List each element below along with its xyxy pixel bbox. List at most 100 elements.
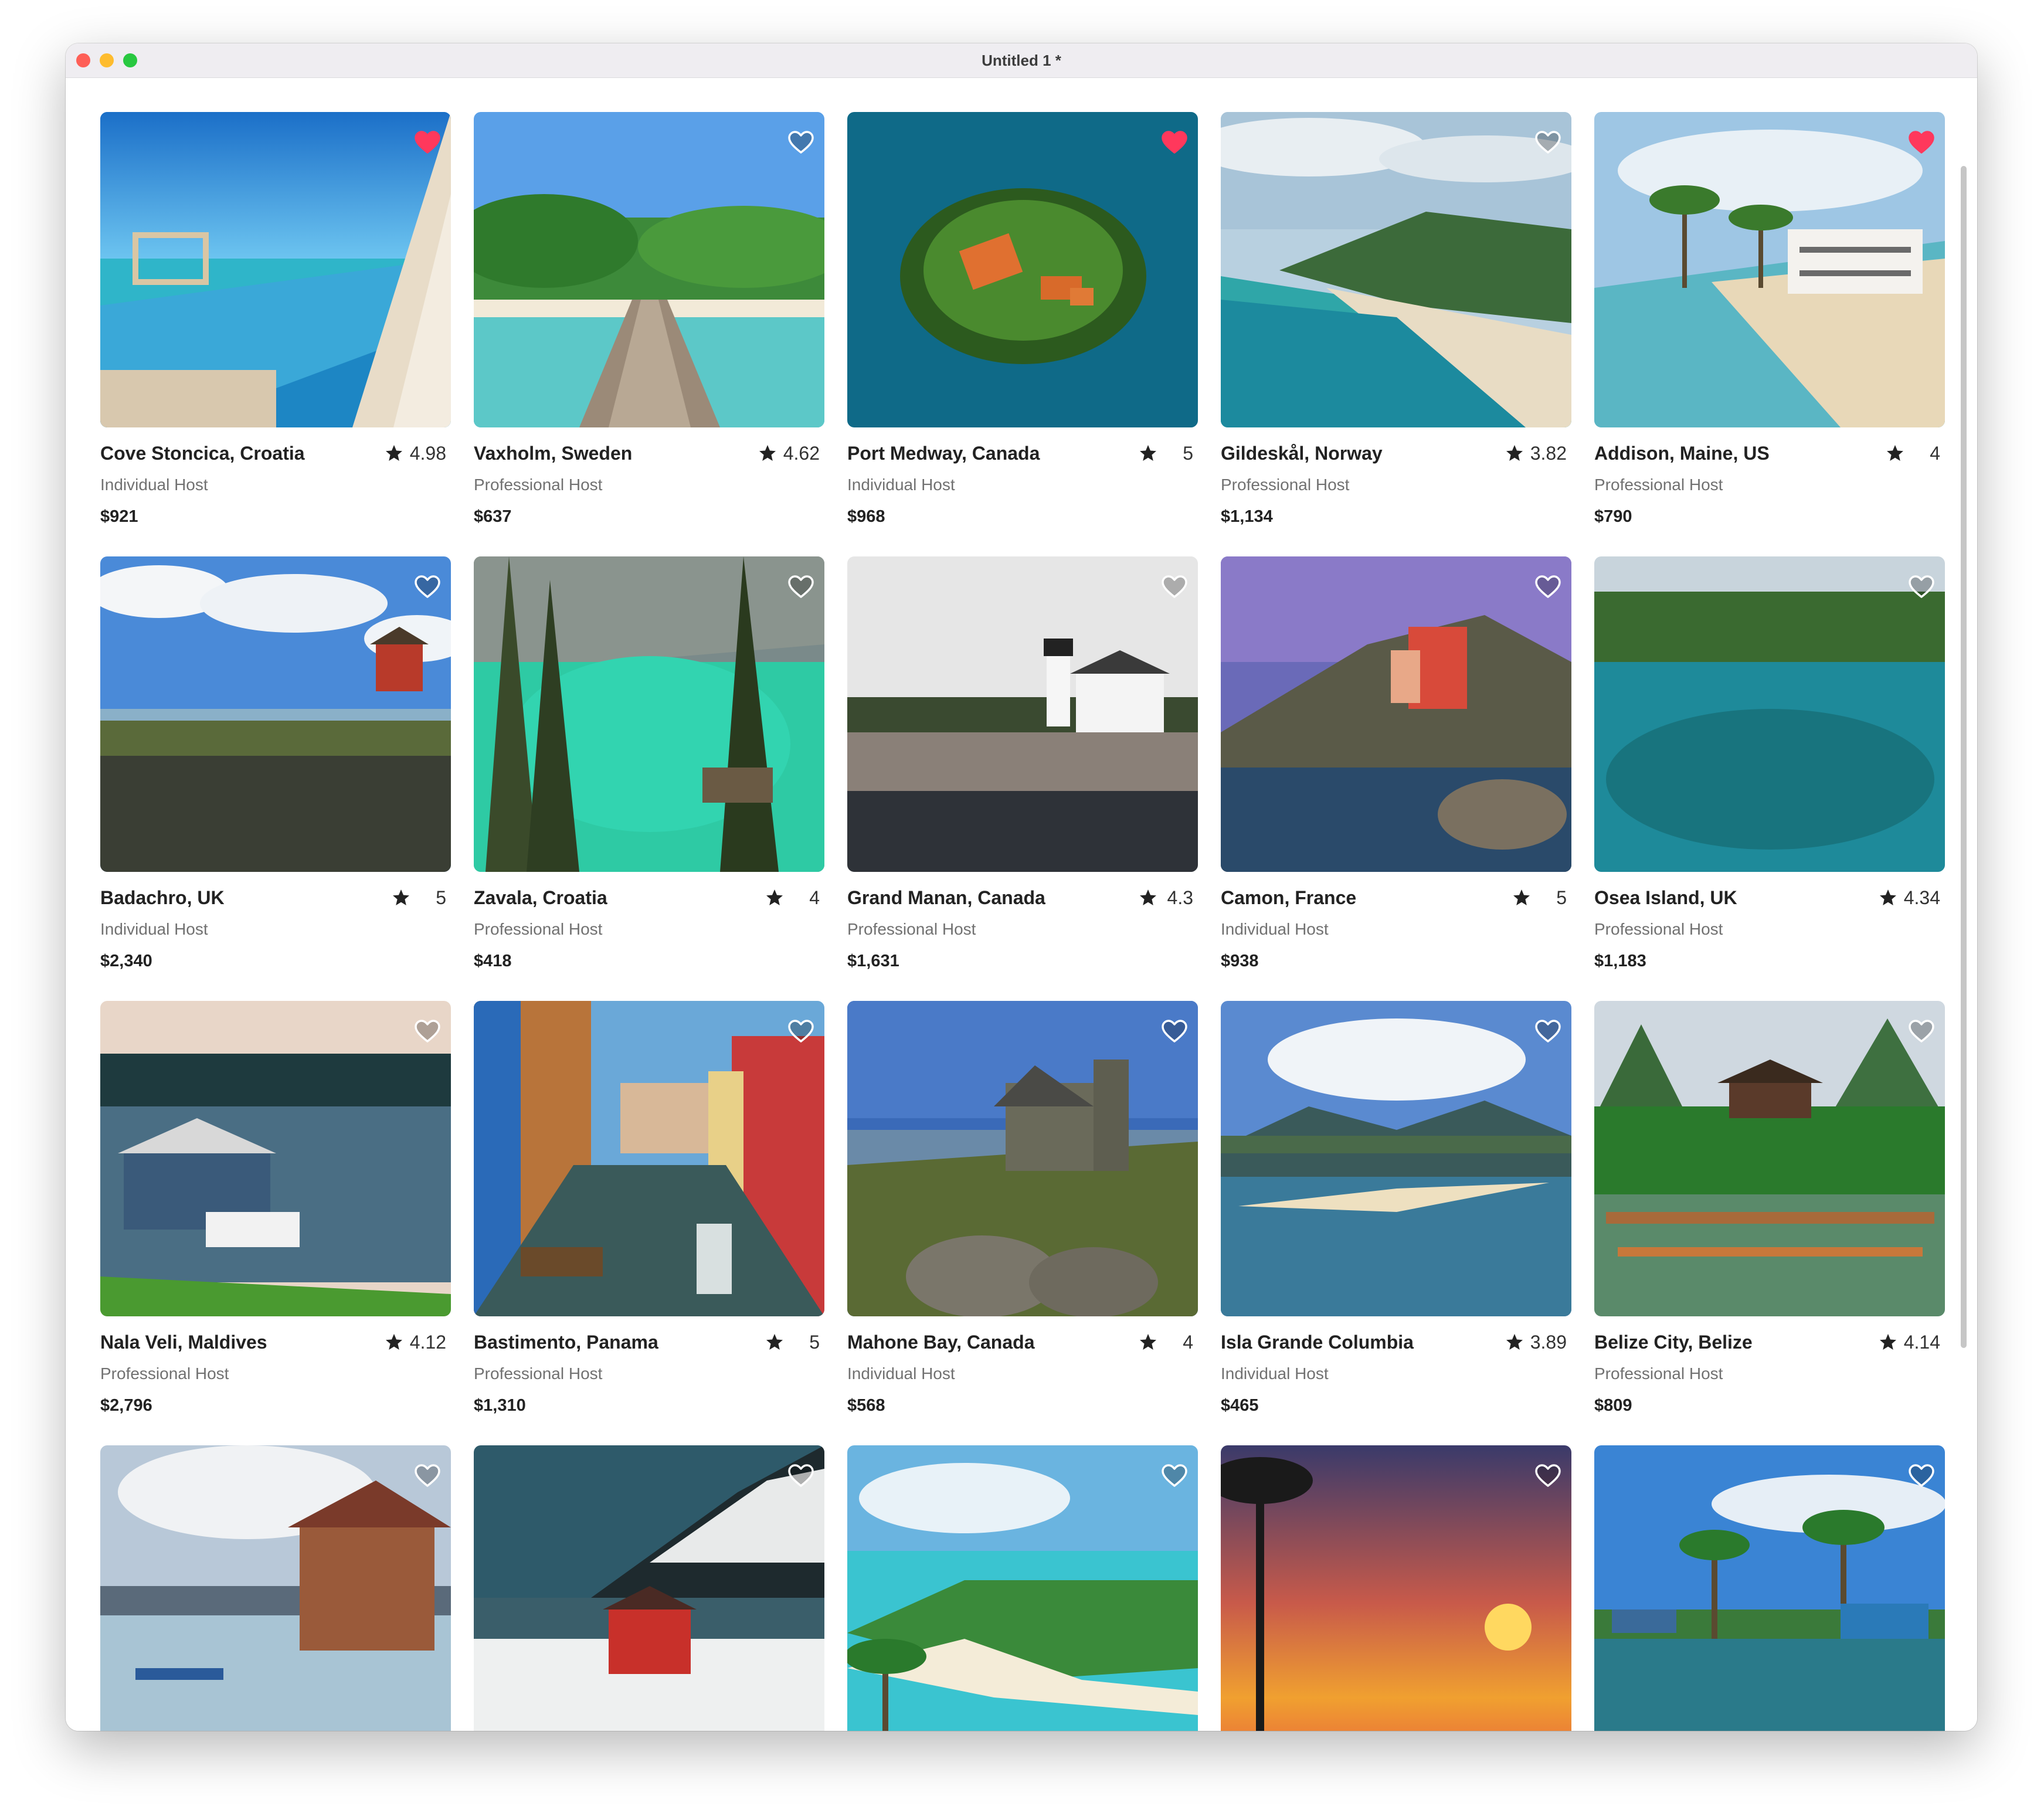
rating-value: 4.62 (783, 442, 820, 464)
listing-photo[interactable] (1594, 556, 1945, 872)
heart-icon[interactable] (415, 131, 440, 154)
listing-photo[interactable] (1221, 556, 1571, 872)
listing-name[interactable]: Nala Veli, Maldives (100, 1332, 385, 1353)
listing-card[interactable]: Osea Island, UK 4.34 Professional Host $1,1… (1594, 556, 1945, 978)
rating-value: 5 (1556, 887, 1567, 908)
listing-card[interactable] (100, 1445, 451, 1731)
listing-price: $2,340 (100, 952, 152, 970)
heart-icon[interactable] (1162, 1020, 1187, 1043)
listing-photo[interactable] (100, 1001, 451, 1316)
listing-name[interactable]: Vaxholm, Sweden (474, 443, 759, 464)
star-icon (1886, 444, 1904, 462)
listings-scroll-area[interactable]: Cove Stoncica, Croatia 4.98 Individual Hos… (66, 78, 1977, 1731)
listing-photo[interactable] (474, 112, 824, 427)
listing-photo[interactable] (1594, 112, 1945, 427)
window-title: Untitled 1 * (982, 52, 1061, 69)
listing-card[interactable]: Cove Stoncica, Croatia 4.98 Individual Hos… (100, 112, 451, 534)
listing-name[interactable]: Port Medway, Canada (847, 443, 1139, 464)
listing-price: $637 (474, 507, 512, 526)
vertical-scrollbar[interactable] (1961, 166, 1967, 1348)
listing-photo[interactable] (847, 556, 1198, 872)
listing-name[interactable]: Cove Stoncica, Croatia (100, 443, 385, 464)
heart-icon[interactable] (1909, 131, 1934, 154)
listing-price: $1,631 (847, 952, 899, 970)
listing-name[interactable]: Addison, Maine, US (1594, 443, 1886, 464)
listing-name[interactable]: Zavala, Croatia (474, 887, 766, 909)
listing-card[interactable]: Zavala, Croatia 4 Professional Host $418 (474, 556, 824, 978)
listing-card[interactable]: Grand Manan, Canada 4.3 Professional Host $… (847, 556, 1198, 978)
heart-icon[interactable] (1535, 131, 1561, 154)
heart-icon[interactable] (415, 1464, 440, 1488)
listing-photo[interactable] (847, 1001, 1198, 1316)
listing-card[interactable]: Addison, Maine, US 4 Professional Host $790 (1594, 112, 1945, 534)
listing-name[interactable]: Osea Island, UK (1594, 887, 1879, 909)
rating-value: 4.12 (409, 1331, 446, 1353)
rating-value: 3.82 (1530, 442, 1567, 464)
listing-card[interactable]: Port Medway, Canada 5 Individual Host $968 (847, 112, 1198, 534)
listing-card[interactable] (1221, 1445, 1571, 1731)
heart-icon[interactable] (415, 575, 440, 599)
listing-name[interactable]: Mahone Bay, Canada (847, 1332, 1139, 1353)
listing-card[interactable]: Nala Veli, Maldives 4.12 Professional Host… (100, 1001, 451, 1422)
listing-photo[interactable] (847, 112, 1198, 427)
listing-name[interactable]: Isla Grande Columbia (1221, 1332, 1506, 1353)
listing-photo[interactable] (1594, 1445, 1945, 1731)
heart-icon[interactable] (788, 131, 814, 154)
star-icon (392, 889, 410, 906)
listing-name[interactable]: Grand Manan, Canada (847, 887, 1139, 909)
listing-photo[interactable] (100, 556, 451, 872)
listing-header: Port Medway, Canada 5 (847, 440, 1198, 466)
heart-icon[interactable] (1535, 1464, 1561, 1488)
listing-header: Mahone Bay, Canada 4 (847, 1329, 1198, 1355)
heart-icon[interactable] (1909, 575, 1934, 599)
heart-icon[interactable] (788, 575, 814, 599)
heart-icon[interactable] (1535, 1020, 1561, 1043)
listing-card[interactable]: Gildeskål, Norway 3.82 Professional Host $1… (1221, 112, 1571, 534)
listing-price: $568 (847, 1396, 885, 1415)
heart-icon[interactable] (1909, 1020, 1934, 1043)
listing-photo[interactable] (847, 1445, 1198, 1731)
listing-card[interactable]: Belize City, Belize 4.14 Professional Host… (1594, 1001, 1945, 1422)
listing-card[interactable]: Isla Grande Columbia 3.89 Individual Host $… (1221, 1001, 1571, 1422)
listing-card[interactable] (847, 1445, 1198, 1731)
listing-card[interactable]: Vaxholm, Sweden 4.62 Professional Host $637 (474, 112, 824, 534)
heart-icon[interactable] (788, 1020, 814, 1043)
listing-card[interactable] (1594, 1445, 1945, 1731)
listing-card[interactable] (474, 1445, 824, 1731)
rating-value: 5 (1183, 442, 1193, 464)
rating-value: 4.98 (409, 442, 446, 464)
listing-card[interactable]: Camon, France 5 Individual Host $938 (1221, 556, 1571, 978)
listing-photo[interactable] (474, 1445, 824, 1731)
listing-rating: 5 (392, 887, 451, 909)
listing-photo[interactable] (1221, 112, 1571, 427)
listing-name[interactable]: Gildeskål, Norway (1221, 443, 1506, 464)
heart-icon[interactable] (1162, 575, 1187, 599)
listing-header: Addison, Maine, US 4 (1594, 440, 1945, 466)
listing-name[interactable]: Belize City, Belize (1594, 1332, 1879, 1353)
listing-rating: 5 (766, 1332, 824, 1353)
listing-name[interactable]: Badachro, UK (100, 887, 392, 909)
listing-card[interactable]: Badachro, UK 5 Individual Host $2,340 (100, 556, 451, 978)
heart-icon[interactable] (1535, 575, 1561, 599)
star-icon (1506, 444, 1523, 462)
listing-name[interactable]: Bastimento, Panama (474, 1332, 766, 1353)
listing-photo[interactable] (100, 1445, 451, 1731)
heart-icon[interactable] (1162, 1464, 1187, 1488)
heart-icon[interactable] (1162, 131, 1187, 154)
listing-card[interactable]: Mahone Bay, Canada 4 Individual Host $568 (847, 1001, 1198, 1422)
heart-icon[interactable] (1909, 1464, 1934, 1488)
heart-icon[interactable] (415, 1020, 440, 1043)
listing-photo[interactable] (474, 1001, 824, 1316)
listing-photo[interactable] (1594, 1001, 1945, 1316)
listing-card[interactable]: Bastimento, Panama 5 Professional Host $1,3… (474, 1001, 824, 1422)
listing-rating: 3.82 (1506, 443, 1571, 464)
listing-photo[interactable] (1221, 1445, 1571, 1731)
listing-price: $790 (1594, 507, 1632, 526)
heart-icon[interactable] (788, 1464, 814, 1488)
star-icon (766, 889, 783, 906)
listing-photo[interactable] (1221, 1001, 1571, 1316)
listing-photo[interactable] (100, 112, 451, 427)
listing-name[interactable]: Camon, France (1221, 887, 1513, 909)
listing-photo[interactable] (474, 556, 824, 872)
star-icon (1139, 1333, 1157, 1351)
